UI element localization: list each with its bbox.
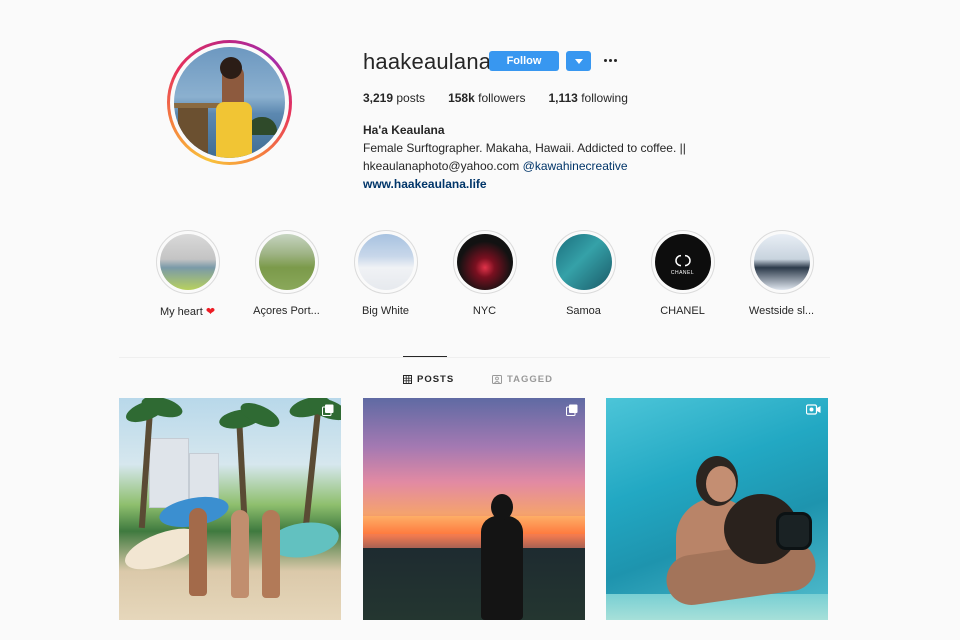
follow-dropdown-button[interactable] xyxy=(566,51,591,71)
highlight-big-white[interactable]: Big White xyxy=(336,230,435,318)
chanel-cover-text: CHANEL xyxy=(670,270,695,276)
posts-count: 3,219 xyxy=(363,91,394,105)
highlight-label: Westside sl... xyxy=(748,305,815,317)
heart-icon: ❤ xyxy=(205,306,216,318)
chanel-logo-icon xyxy=(674,254,691,267)
profile-bio-line: Female Surftographer. Makaha, Hawaii. Ad… xyxy=(363,141,686,155)
highlight-label: Açores Port... xyxy=(253,305,320,317)
highlight-acores[interactable]: Açores Port... xyxy=(237,230,336,318)
post-thumbnail[interactable] xyxy=(606,398,828,620)
following-label: following xyxy=(581,91,628,105)
followers-count: 158k xyxy=(448,91,475,105)
carousel-icon xyxy=(322,404,334,416)
followers-stat[interactable]: 158k followers xyxy=(448,91,525,105)
highlight-cover xyxy=(753,234,810,290)
profile-avatar[interactable] xyxy=(167,40,292,165)
following-stat[interactable]: 1,113 following xyxy=(548,91,627,105)
highlight-chanel[interactable]: CHANEL CHANEL xyxy=(633,230,732,318)
highlight-westside[interactable]: Westside sl... xyxy=(732,230,831,318)
tab-tagged-label: TAGGED xyxy=(507,374,553,385)
carousel-icon xyxy=(566,404,578,416)
profile-bio-contact: hkeaulanaphoto@yahoo.com @kawahinecreati… xyxy=(363,159,628,173)
more-options-icon[interactable] xyxy=(600,51,620,69)
tab-posts[interactable]: POSTS xyxy=(403,374,454,385)
chevron-down-icon xyxy=(574,58,583,64)
tagged-icon xyxy=(492,375,502,384)
highlight-ring xyxy=(353,230,418,294)
highlight-samoa[interactable]: Samoa xyxy=(534,230,633,318)
post-thumbnail[interactable] xyxy=(119,398,341,620)
video-icon xyxy=(806,404,821,415)
highlight-cover xyxy=(159,234,216,290)
highlight-cover xyxy=(555,234,612,290)
highlight-label: My heart ❤ xyxy=(160,305,215,318)
highlight-cover xyxy=(258,234,315,290)
highlight-cover xyxy=(357,234,414,290)
profile-stats: 3,219 posts 158k followers 1,113 followi… xyxy=(363,91,651,105)
tab-posts-label: POSTS xyxy=(417,374,455,385)
tab-tagged[interactable]: TAGGED xyxy=(492,374,553,385)
followers-label: followers xyxy=(478,91,526,105)
following-count: 1,113 xyxy=(548,91,578,105)
posts-stat: 3,219 posts xyxy=(363,91,425,105)
highlight-my-heart[interactable]: My heart ❤ xyxy=(138,230,237,318)
highlight-label: Big White xyxy=(361,305,410,317)
highlight-cover: CHANEL xyxy=(654,234,711,290)
posts-label: posts xyxy=(396,91,426,105)
highlight-label: Samoa xyxy=(566,305,601,317)
grid-icon xyxy=(403,375,412,384)
highlight-ring xyxy=(452,230,517,294)
highlight-nyc[interactable]: NYC xyxy=(435,230,534,318)
bio-email: hkeaulanaphoto@yahoo.com xyxy=(363,159,520,173)
tabs-divider xyxy=(119,357,830,358)
profile-username: haakeaulana xyxy=(363,49,492,74)
avatar-inner xyxy=(170,43,289,162)
avatar-image xyxy=(174,47,285,158)
story-highlights: My heart ❤ Açores Port... Big White NYC … xyxy=(138,230,831,318)
bio-mention-link[interactable]: @kawahinecreative xyxy=(523,159,628,173)
profile-full-name: Ha'a Keaulana xyxy=(363,123,445,137)
highlight-ring: CHANEL xyxy=(650,230,715,294)
highlight-label: CHANEL xyxy=(660,305,705,317)
post-thumbnail[interactable] xyxy=(363,398,585,620)
active-tab-indicator xyxy=(403,356,447,357)
highlight-ring xyxy=(551,230,616,294)
highlight-ring xyxy=(155,230,220,294)
highlight-ring xyxy=(749,230,814,294)
highlight-label-text: My heart xyxy=(159,306,203,318)
highlight-ring xyxy=(254,230,319,294)
follow-button[interactable]: Follow xyxy=(489,51,559,71)
highlight-label: NYC xyxy=(472,305,497,317)
profile-website-link[interactable]: www.haakeaulana.life xyxy=(363,177,487,191)
highlight-cover xyxy=(456,234,513,290)
